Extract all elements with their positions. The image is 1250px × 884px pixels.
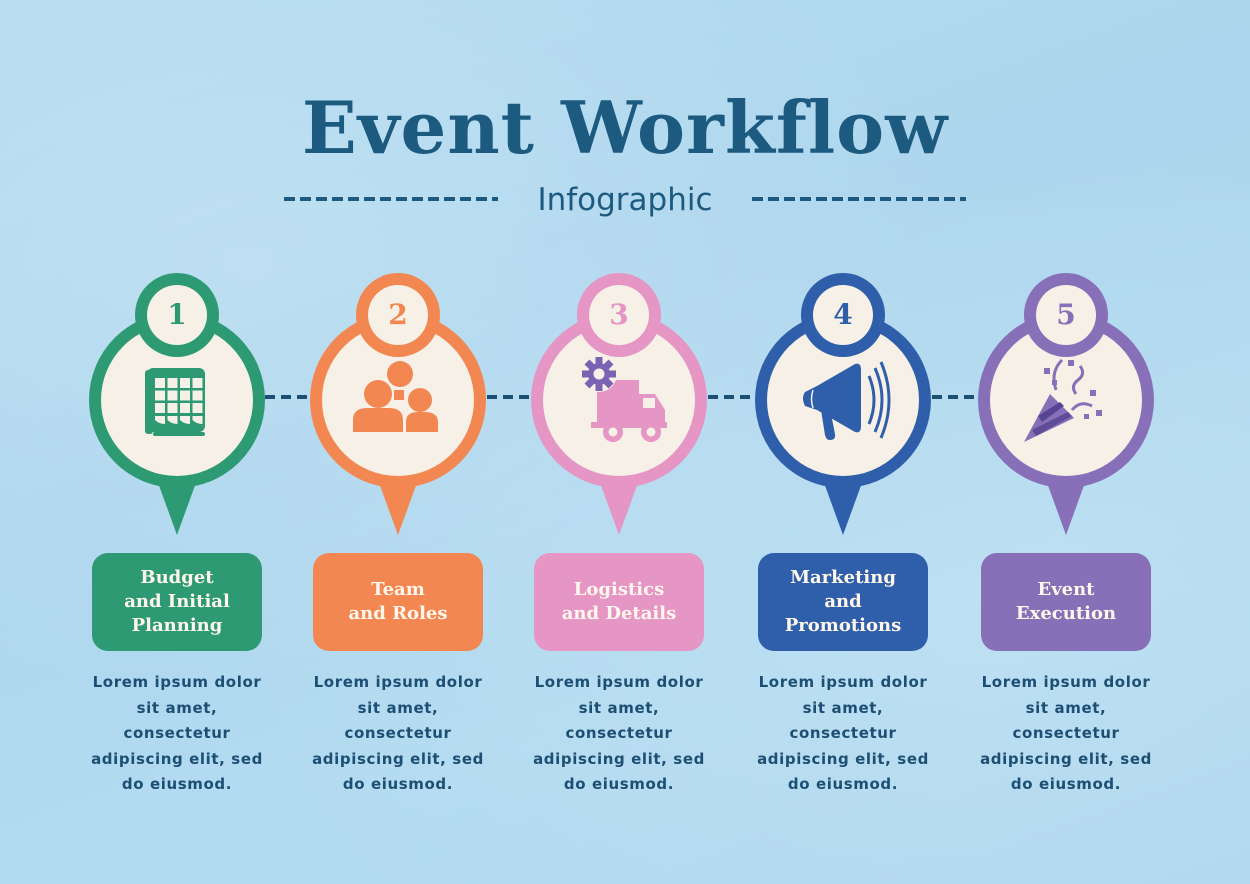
description-line: Lorem ipsum dolor: [313, 673, 483, 691]
description-line: Lorem ipsum dolor: [92, 673, 262, 691]
step-description: Lorem ipsum dolor sit amet, consectetur adi…: [966, 670, 1166, 798]
step-number: 1: [167, 298, 187, 331]
workflow-step-1: 1 Budget and Initial Planning Lorem ipsu…: [77, 270, 277, 810]
description-line: do eiusmod.: [1010, 775, 1122, 793]
description-line: adipiscing elit, sed: [91, 749, 263, 768]
description-line: consectetur: [123, 724, 231, 742]
workflow-step-5: 5 Event Execution Lorem ipsum dolor sit a…: [966, 270, 1166, 810]
page-subtitle: Infographic: [537, 182, 713, 218]
workflow-step-3: 3 Logistics and Details Lorem ipsum dolo…: [519, 270, 719, 810]
description-line: sit amet,: [802, 698, 884, 717]
right-dashed-divider: [752, 197, 966, 201]
step-number: 2: [388, 298, 408, 331]
step-description: Lorem ipsum dolor sit amet, consectetur adi…: [77, 670, 277, 798]
description-line: sit amet,: [1025, 698, 1107, 717]
description-line: do eiusmod.: [121, 775, 233, 793]
description-line: sit amet,: [578, 698, 660, 717]
step-description: Lorem ipsum dolor sit amet, consectetur adi…: [298, 670, 498, 798]
description-line: do eiusmod.: [787, 775, 899, 793]
description-line: consectetur: [1012, 724, 1120, 742]
description-line: sit amet,: [357, 698, 439, 717]
workflow-step-2: 2 Team and Roles Lorem ipsum dolor sit am…: [298, 270, 498, 810]
step-label: Event Execution: [981, 553, 1151, 651]
step-number: 4: [833, 298, 853, 331]
description-line: adipiscing elit, sed: [312, 749, 484, 768]
party-popper-icon: [1016, 350, 1116, 450]
step-number: 3: [609, 298, 629, 331]
step-label: Team and Roles: [313, 553, 483, 651]
description-line: adipiscing elit, sed: [757, 749, 929, 768]
description-line: do eiusmod.: [342, 775, 454, 793]
description-line: do eiusmod.: [563, 775, 675, 793]
subtitle-row: Infographic: [0, 178, 1250, 222]
step-label: Budget and Initial Planning: [92, 553, 262, 651]
description-line: Lorem ipsum dolor: [534, 673, 704, 691]
truck-gear-icon: [569, 350, 669, 450]
calendar-icon: [127, 350, 227, 450]
description-line: consectetur: [344, 724, 452, 742]
description-line: adipiscing elit, sed: [533, 749, 705, 768]
team-icon: [348, 350, 448, 450]
description-line: Lorem ipsum dolor: [758, 673, 928, 691]
description-line: sit amet,: [136, 698, 218, 717]
page-title: Event Workflow: [301, 85, 949, 170]
workflow-step-4: 4 Marketing and Promotions Lorem ipsum d…: [743, 270, 943, 810]
description-line: consectetur: [789, 724, 897, 742]
megaphone-icon: [793, 350, 893, 450]
step-label: Marketing and Promotions: [758, 553, 928, 651]
step-label: Logistics and Details: [534, 553, 704, 651]
description-line: adipiscing elit, sed: [980, 749, 1152, 768]
step-description: Lorem ipsum dolor sit amet, consectetur adi…: [519, 670, 719, 798]
step-number: 5: [1056, 298, 1076, 331]
description-line: consectetur: [565, 724, 673, 742]
description-line: Lorem ipsum dolor: [981, 673, 1151, 691]
step-description: Lorem ipsum dolor sit amet, consectetur adi…: [743, 670, 943, 798]
